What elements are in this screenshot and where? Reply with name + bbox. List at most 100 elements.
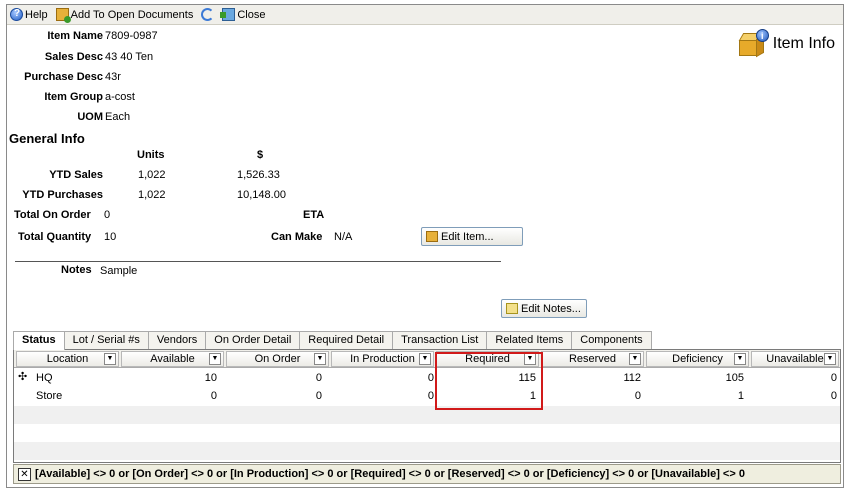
close-label: Close [237, 8, 266, 21]
close-button[interactable]: Close [220, 8, 266, 21]
can-make-value: N/A [334, 231, 353, 243]
tab-related-items[interactable]: Related Items [486, 331, 573, 349]
ytd-sales-dollars: 1,526.33 [237, 169, 280, 181]
status-grid: Location ▼ Available ▼ On Order ▼ In Pro… [13, 349, 841, 463]
dropdown-icon[interactable]: ▼ [419, 353, 431, 365]
column-label: Available [150, 353, 195, 365]
total-on-order-value: 0 [104, 209, 111, 221]
tab-components[interactable]: Components [571, 331, 652, 349]
column-label: In Production [350, 353, 415, 365]
cell-location: HQ [36, 372, 53, 384]
uom-value: Each [105, 111, 131, 123]
help-button[interactable]: Help [10, 8, 48, 21]
refresh-icon [201, 8, 215, 21]
cell-deficiency: 105 [725, 372, 744, 384]
refresh-button[interactable] [201, 8, 215, 21]
help-icon [10, 8, 23, 21]
item-info-icon: i [738, 29, 769, 58]
tab-status[interactable]: Status [13, 331, 65, 350]
toolbar: Help Add To Open Documents Close [7, 5, 843, 25]
tab-vendors[interactable]: Vendors [147, 331, 207, 349]
tab-transaction-list[interactable]: Transaction List [392, 331, 488, 349]
expand-icon[interactable]: ✣ [18, 372, 28, 383]
cell-reserved: 0 [634, 390, 641, 402]
cell-unavailable: 0 [830, 390, 837, 402]
page-title: Item Info [772, 35, 835, 52]
cell-on-order: 0 [315, 390, 322, 402]
detail-tabs: Status Lot / Serial #s Vendors On Order … [13, 331, 652, 350]
purchase-desc-value: 43r [105, 71, 121, 83]
column-label: Deficiency [672, 353, 723, 365]
dropdown-icon[interactable]: ▼ [734, 353, 746, 365]
table-row[interactable]: ✣ HQ 10 0 0 115 112 105 0 [14, 369, 840, 387]
edit-item-label: Edit Item... [441, 230, 494, 243]
column-label: On Order [254, 353, 301, 365]
help-label: Help [25, 8, 48, 21]
column-label: Location [46, 353, 89, 365]
tab-required-detail[interactable]: Required Detail [299, 331, 394, 349]
dropdown-icon[interactable]: ▼ [629, 353, 641, 365]
empty-row [14, 406, 840, 424]
can-make-label: Can Make [271, 231, 323, 243]
required-column-highlight [435, 352, 543, 410]
cell-unavailable: 0 [830, 372, 837, 384]
filter-bar: ✕ [Available] <> 0 or [On Order] <> 0 or… [13, 464, 841, 484]
grid-header: Location ▼ Available ▼ On Order ▼ In Pro… [14, 350, 840, 368]
add-to-open-documents-button[interactable]: Add To Open Documents [55, 8, 194, 23]
item-name-label: Item Name [47, 30, 103, 42]
filter-text: [Available] <> 0 or [On Order] <> 0 or [… [35, 468, 745, 480]
divider [15, 261, 501, 262]
sales-desc-label: Sales Desc [44, 51, 103, 63]
cell-available: 10 [204, 372, 217, 384]
column-header-location[interactable]: Location ▼ [16, 351, 119, 367]
empty-row [14, 442, 840, 460]
edit-item-button[interactable]: Edit Item... [421, 227, 523, 246]
pencil-icon [506, 303, 518, 314]
dropdown-icon[interactable]: ▼ [104, 353, 116, 365]
sales-desc-value: 43 40 Ten [105, 51, 154, 63]
close-icon [220, 8, 236, 21]
column-header-on-order[interactable]: On Order ▼ [226, 351, 329, 367]
item-info-header: i Item Info [738, 29, 835, 58]
dollar-header: $ [257, 149, 264, 161]
dropdown-icon[interactable]: ▼ [314, 353, 326, 365]
column-header-available[interactable]: Available ▼ [121, 351, 224, 367]
item-info-window: Help Add To Open Documents Close i Item … [6, 4, 844, 488]
purchase-desc-label: Purchase Desc [24, 71, 103, 83]
add-document-icon [55, 8, 71, 23]
cell-reserved: 112 [623, 372, 641, 384]
ytd-purchases-label: YTD Purchases [22, 189, 103, 201]
cell-in-production: 0 [427, 390, 434, 402]
column-label: Unavailable [766, 353, 824, 365]
table-row[interactable]: Store 0 0 0 1 0 1 0 [14, 387, 840, 405]
edit-notes-button[interactable]: Edit Notes... [501, 299, 587, 318]
ytd-purchases-dollars: 10,148.00 [237, 189, 286, 201]
total-on-order-label: Total On Order [14, 209, 91, 221]
notes-value: Sample [100, 265, 138, 277]
column-header-deficiency[interactable]: Deficiency ▼ [646, 351, 749, 367]
uom-label: UOM [77, 111, 103, 123]
column-header-unavailable[interactable]: Unavailable ▼ [751, 351, 839, 367]
column-header-reserved[interactable]: Reserved ▼ [541, 351, 644, 367]
ytd-sales-units: 1,022 [138, 169, 166, 181]
notes-label: Notes [61, 264, 92, 276]
total-quantity-label: Total Quantity [18, 231, 92, 243]
tab-on-order-detail[interactable]: On Order Detail [205, 331, 301, 349]
cell-in-production: 0 [427, 372, 434, 384]
column-header-in-production[interactable]: In Production ▼ [331, 351, 434, 367]
clear-filter-icon[interactable]: ✕ [18, 467, 31, 481]
dropdown-icon[interactable]: ▼ [824, 353, 836, 365]
ytd-purchases-units: 1,022 [138, 189, 166, 201]
tab-lot-serial[interactable]: Lot / Serial #s [63, 331, 149, 349]
dropdown-icon[interactable]: ▼ [209, 353, 221, 365]
units-header: Units [137, 149, 165, 161]
box-icon [426, 231, 438, 242]
cell-deficiency: 1 [737, 390, 744, 402]
cell-location: Store [36, 390, 63, 402]
total-quantity-value: 10 [104, 231, 117, 243]
ytd-sales-label: YTD Sales [49, 169, 103, 181]
add-to-open-documents-label: Add To Open Documents [70, 8, 194, 21]
item-group-label: Item Group [44, 91, 103, 103]
eta-label: ETA [303, 209, 325, 221]
general-info-heading: General Info [9, 131, 85, 146]
